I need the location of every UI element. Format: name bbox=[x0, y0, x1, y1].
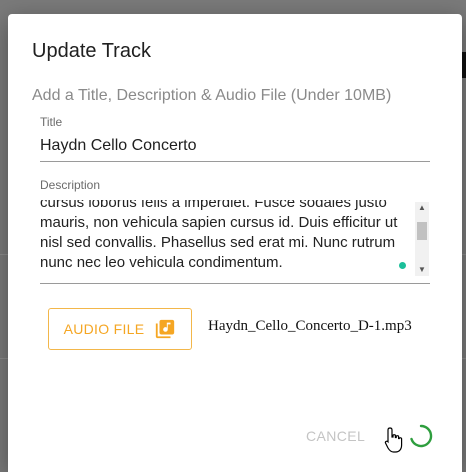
dialog-subtitle: Add a Title, Description & Audio File (U… bbox=[32, 87, 392, 104]
scroll-down-arrow-icon[interactable]: ▼ bbox=[415, 264, 429, 276]
dialog-title: Update Track bbox=[32, 40, 151, 62]
description-textarea[interactable]: cursus lobortis felis a imperdiet. Fusce… bbox=[40, 200, 430, 284]
background-divider bbox=[462, 358, 466, 359]
description-scrollbar[interactable]: ▲ ▼ bbox=[415, 202, 429, 276]
background-divider bbox=[0, 358, 8, 359]
update-track-dialog: Update Track Add a Title, Description & … bbox=[8, 14, 462, 472]
description-label: Description bbox=[40, 178, 101, 192]
scroll-up-arrow-icon[interactable]: ▲ bbox=[415, 202, 429, 214]
music-file-icon bbox=[154, 318, 176, 340]
loading-spinner-icon bbox=[408, 423, 434, 449]
description-text[interactable]: cursus lobortis felis a imperdiet. Fusce… bbox=[40, 200, 408, 273]
background-divider bbox=[462, 254, 466, 255]
selected-file-name: Haydn_Cello_Concerto_D-1.mp3 bbox=[208, 318, 412, 334]
audio-file-button[interactable]: AUDIO FILE bbox=[48, 308, 192, 350]
title-input[interactable] bbox=[40, 134, 430, 162]
scroll-thumb[interactable] bbox=[417, 222, 427, 240]
background-divider bbox=[0, 254, 8, 255]
cancel-button[interactable]: CANCEL bbox=[306, 428, 365, 444]
audio-file-button-label: AUDIO FILE bbox=[63, 321, 145, 337]
title-label: Title bbox=[40, 115, 63, 129]
hand-pointer-cursor-icon bbox=[384, 426, 404, 454]
grammar-check-dot-icon[interactable] bbox=[399, 262, 406, 269]
